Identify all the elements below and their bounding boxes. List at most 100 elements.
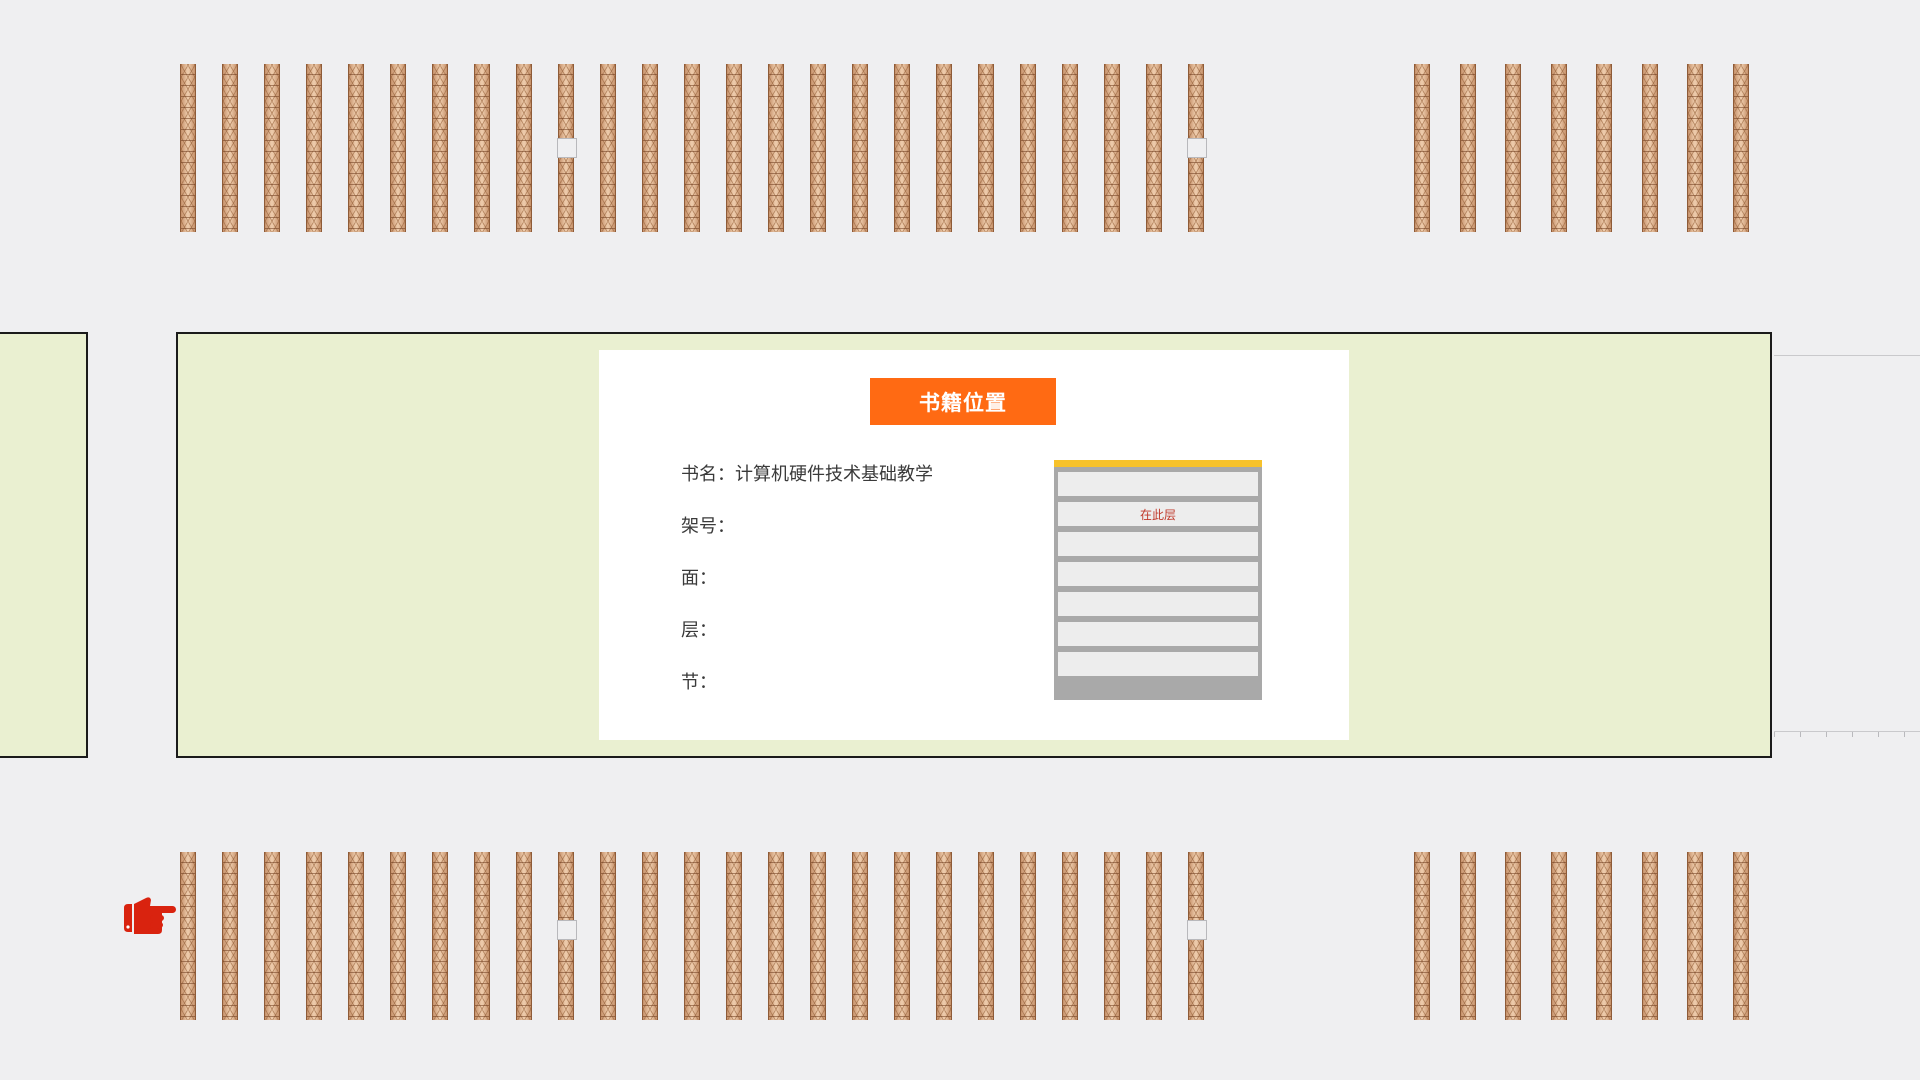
bookshelf (768, 852, 784, 1020)
shelf-gap (1187, 920, 1207, 940)
bookshelf (222, 852, 238, 1020)
bookshelf (516, 64, 532, 232)
bookshelf-layer-highlighted: 在此层 (1058, 502, 1258, 526)
panel-title: 书籍位置 (870, 378, 1056, 425)
bookshelf (1459, 64, 1476, 232)
book-location-panel: 书籍位置 书名：计算机硬件技术基础教学 架号： 面： 层： 节： 在此层 (599, 350, 1349, 740)
reading-zone-left (0, 332, 88, 758)
bookshelf (1187, 64, 1207, 232)
bookshelf-layer (1058, 652, 1258, 676)
bookshelf (978, 852, 994, 1020)
section-line: 节： (681, 668, 717, 694)
bookshelf (264, 852, 280, 1020)
bookshelf (432, 852, 448, 1020)
bookshelf (852, 64, 868, 232)
book-name-label: 书名： (681, 464, 735, 485)
shelf-row-bottom-right (1414, 852, 1750, 1020)
bookshelf (1062, 852, 1078, 1020)
bookshelf-top-bar (1054, 460, 1262, 467)
bookshelf (1062, 64, 1078, 232)
bookshelf (474, 64, 490, 232)
bookshelf (1732, 852, 1749, 1020)
bookshelf (1596, 852, 1612, 1020)
bookshelf-layer (1058, 472, 1258, 496)
bookshelf (726, 852, 742, 1020)
bookshelf (348, 64, 364, 232)
aisle-line-upper (1774, 355, 1920, 356)
bookshelf (1020, 64, 1036, 232)
bookshelf (768, 64, 784, 232)
bookshelf (1146, 64, 1162, 232)
shelf-row-top-right (1414, 64, 1750, 232)
bookshelf (726, 64, 742, 232)
library-floor-map: 书籍位置 书名：计算机硬件技术基础教学 架号： 面： 层： 节： 在此层 (0, 0, 1920, 1080)
bookshelf (306, 852, 322, 1020)
bookshelf (180, 64, 196, 232)
shelf-row-top-left (180, 64, 1238, 232)
pointing-hand-icon (124, 897, 176, 934)
layer-line: 层： (681, 616, 717, 642)
face-line: 面： (681, 564, 717, 590)
bookshelf (978, 64, 994, 232)
bookshelf (1187, 852, 1207, 1020)
bookshelf (1414, 852, 1430, 1020)
bookshelf (557, 852, 577, 1020)
bookshelf (1104, 852, 1120, 1020)
bookshelf (390, 852, 406, 1020)
bookshelf (1505, 64, 1521, 232)
bookshelf (474, 852, 490, 1020)
bookshelf (894, 852, 910, 1020)
bookshelf-diagram: 在此层 (1054, 460, 1262, 700)
bookshelf-layer (1058, 592, 1258, 616)
aisle-line-lower (1774, 731, 1920, 737)
bookshelf-layer (1058, 532, 1258, 556)
bookshelf (1505, 852, 1521, 1020)
shelf-number-line: 架号： (681, 512, 735, 538)
bookshelf (557, 64, 577, 232)
shelf-gap (1187, 138, 1207, 158)
bookshelf (810, 64, 826, 232)
bookshelf (1732, 64, 1749, 232)
book-name-line: 书名：计算机硬件技术基础教学 (681, 460, 933, 486)
face-label: 面： (681, 568, 717, 589)
bookshelf (1687, 852, 1703, 1020)
highlight-layer-label: 在此层 (1139, 507, 1176, 522)
bookshelf (600, 64, 616, 232)
bookshelf (1146, 852, 1162, 1020)
bookshelf-layer (1058, 562, 1258, 586)
bookshelf (600, 852, 616, 1020)
shelf-gap (557, 920, 577, 940)
bookshelf (852, 852, 868, 1020)
bookshelf (1020, 852, 1036, 1020)
bookshelf (684, 64, 700, 232)
bookshelf (390, 64, 406, 232)
bookshelf (1641, 64, 1658, 232)
bookshelf (348, 852, 364, 1020)
bookshelf (1641, 852, 1658, 1020)
book-name-value: 计算机硬件技术基础教学 (735, 464, 933, 485)
bookshelf (516, 852, 532, 1020)
bookshelf (642, 852, 658, 1020)
bookshelf (936, 852, 952, 1020)
shelf-gap (557, 138, 577, 158)
bookshelf (894, 64, 910, 232)
bookshelf (1414, 64, 1430, 232)
bookshelf (1687, 64, 1703, 232)
layer-label: 层： (681, 620, 717, 641)
bookshelf (1104, 64, 1120, 232)
bookshelf (432, 64, 448, 232)
bookshelf (936, 64, 952, 232)
bookshelf (306, 64, 322, 232)
bookshelf (180, 852, 196, 1020)
bookshelf (1596, 64, 1612, 232)
bookshelf-layer (1058, 622, 1258, 646)
bookshelf (642, 64, 658, 232)
bookshelf (222, 64, 238, 232)
bookshelf (684, 852, 700, 1020)
section-label: 节： (681, 672, 717, 693)
shelf-number-label: 架号： (681, 516, 735, 537)
shelf-row-bottom-left (180, 852, 1238, 1020)
bookshelf (1550, 64, 1567, 232)
bookshelf (264, 64, 280, 232)
bookshelf (810, 852, 826, 1020)
